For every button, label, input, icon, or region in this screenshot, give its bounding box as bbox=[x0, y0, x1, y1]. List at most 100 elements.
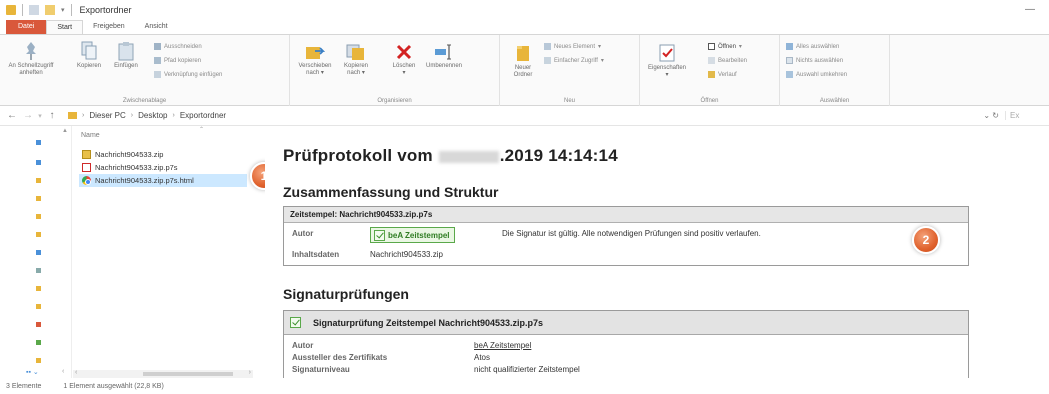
up-arrow-icon[interactable]: ↑ bbox=[44, 110, 60, 121]
easy-access-button[interactable]: Einfacher Zugriff ▾ bbox=[544, 57, 604, 64]
history-button[interactable]: Verlauf bbox=[708, 71, 737, 78]
scroll-left-icon[interactable]: ‹ bbox=[75, 369, 77, 376]
new-folder-icon[interactable] bbox=[45, 5, 55, 15]
group-select: Alles auswählen Nichts auswählen Auswahl… bbox=[780, 35, 890, 107]
file-item-p7s[interactable]: Nachricht904533.zip.p7s bbox=[79, 161, 247, 174]
paste-label: Einfügen bbox=[114, 63, 138, 69]
move-to-button[interactable]: Verschieben nach ▾ bbox=[296, 43, 334, 77]
author-chip[interactable]: beA Zeitstempel bbox=[370, 227, 455, 243]
breadcrumb-item-pc[interactable]: Dieser PC bbox=[89, 111, 125, 120]
file-item-html[interactable]: Nachricht904533.zip.p7s.html bbox=[79, 174, 247, 187]
selection-info: 1 Element ausgewählt (22,8 KB) bbox=[63, 382, 164, 390]
refresh-icon[interactable]: ⌄ ↻ bbox=[983, 111, 999, 120]
new-folder-label: Neuer bbox=[514, 65, 532, 71]
easy-access-icon bbox=[544, 57, 551, 64]
signature-check-box: Signaturprüfung Zeitstempel Nachricht904… bbox=[283, 310, 969, 378]
select-all-button[interactable]: Alles auswählen bbox=[786, 43, 839, 50]
new-folder-label-2: Ordner bbox=[513, 72, 533, 78]
customize-quick-access-icon[interactable]: ▾ bbox=[61, 6, 65, 14]
new-item-label: Neues Element bbox=[554, 43, 596, 50]
properties-button[interactable]: Eigenschaften ▾ bbox=[644, 43, 690, 79]
delete-button[interactable]: Löschen ▾ bbox=[388, 43, 420, 77]
nav-folder-icon[interactable] bbox=[36, 178, 41, 183]
nav-folder-icon[interactable] bbox=[36, 232, 41, 237]
cut-button[interactable]: Ausschneiden bbox=[154, 43, 202, 50]
delete-icon bbox=[396, 44, 412, 60]
folder-icon bbox=[68, 112, 77, 119]
rename-icon bbox=[435, 44, 451, 60]
scroll-right-icon[interactable]: › bbox=[249, 369, 251, 376]
open-button[interactable]: Öffnen ▾ bbox=[708, 43, 742, 50]
file-list: ⌃ Name Nachricht904533.zip Nachricht9045… bbox=[73, 126, 253, 378]
copy-label: Kopieren bbox=[76, 63, 102, 69]
copy-to-label: Kopieren bbox=[343, 63, 369, 69]
move-to-icon bbox=[306, 47, 325, 59]
nav-item-icon[interactable] bbox=[36, 160, 41, 165]
invert-selection-button[interactable]: Auswahl umkehren bbox=[786, 71, 847, 78]
rename-button[interactable]: Umbenennen bbox=[424, 43, 464, 70]
copy-to-button[interactable]: Kopieren nach ▾ bbox=[338, 43, 374, 77]
tab-file[interactable]: Datei bbox=[6, 20, 47, 34]
nav-item-icon[interactable] bbox=[36, 322, 41, 327]
nav-folder-icon[interactable] bbox=[36, 214, 41, 219]
new-item-button[interactable]: Neues Element ▾ bbox=[544, 43, 601, 50]
navigation-pane[interactable]: ▲ ▪▪ ⌄ ‹ bbox=[0, 126, 72, 378]
breadcrumb[interactable]: › Dieser PC › Desktop › Exportordner bbox=[68, 111, 226, 120]
forward-arrow-icon[interactable]: → bbox=[20, 110, 36, 121]
chrome-icon bbox=[82, 176, 91, 185]
horizontal-scrollbar[interactable]: ‹ › bbox=[73, 369, 253, 378]
scroll-left-icon[interactable]: ‹ bbox=[62, 368, 64, 375]
paste-shortcut-button[interactable]: Verknüpfung einfügen bbox=[154, 71, 222, 78]
edit-button[interactable]: Bearbeiten bbox=[708, 57, 747, 64]
minimize-button[interactable]: — bbox=[1025, 4, 1035, 15]
pin-quick-access-button[interactable]: An Schnellzugriff anheften bbox=[6, 41, 56, 77]
search-input[interactable]: Ex bbox=[1005, 111, 1045, 120]
separator bbox=[70, 4, 72, 16]
nav-folder-icon[interactable] bbox=[36, 358, 41, 363]
nav-folder-icon[interactable] bbox=[36, 286, 41, 291]
quick-access-icon[interactable] bbox=[36, 140, 41, 145]
cut-label: Ausschneiden bbox=[164, 43, 202, 50]
tab-start[interactable]: Start bbox=[46, 20, 84, 34]
copy-path-button[interactable]: Pfad kopieren bbox=[154, 57, 201, 64]
group-label-clipboard: Zwischenablage bbox=[122, 98, 167, 104]
signature-status-text: Die Signatur ist gültig. Alle notwendige… bbox=[502, 229, 761, 238]
edit-label: Bearbeiten bbox=[718, 57, 748, 64]
select-none-button[interactable]: Nichts auswählen bbox=[786, 57, 843, 64]
recent-locations-icon[interactable]: ▾ bbox=[36, 112, 44, 120]
network-icon[interactable]: ▪▪ ⌄ bbox=[26, 368, 39, 376]
nav-folder-icon[interactable] bbox=[36, 196, 41, 201]
breadcrumb-item-exportordner[interactable]: Exportordner bbox=[180, 111, 226, 120]
paste-button[interactable]: Einfügen bbox=[108, 41, 144, 70]
group-label-organize: Organisieren bbox=[377, 98, 412, 104]
copy-icon bbox=[81, 41, 97, 60]
open-label: Öffnen bbox=[718, 43, 736, 50]
copy-button[interactable]: Kopieren bbox=[72, 41, 106, 70]
breadcrumb-item-desktop[interactable]: Desktop bbox=[138, 111, 167, 120]
ribbon-tabs: Datei Start Freigeben Ansicht bbox=[0, 20, 1049, 34]
back-arrow-icon[interactable]: ← bbox=[4, 110, 20, 121]
separator bbox=[22, 4, 23, 16]
properties-icon[interactable] bbox=[29, 5, 39, 15]
tab-share[interactable]: Freigeben bbox=[83, 20, 135, 34]
tab-view[interactable]: Ansicht bbox=[135, 20, 178, 34]
row-value-author[interactable]: beA Zeitstempel bbox=[474, 341, 531, 350]
document-title: Prüfprotokoll vom .2019 14:14:14 bbox=[283, 146, 618, 166]
callout-badge-2: 2 bbox=[912, 226, 940, 254]
invert-selection-icon bbox=[786, 71, 793, 78]
new-folder-button[interactable]: Neuer Ordner bbox=[506, 43, 540, 79]
nav-item-icon[interactable] bbox=[36, 340, 41, 345]
chevron-right-icon: › bbox=[172, 112, 175, 119]
check-icon bbox=[374, 229, 385, 241]
nav-item-icon[interactable] bbox=[36, 268, 41, 273]
nav-item-icon[interactable] bbox=[36, 250, 41, 255]
signature-check-header[interactable]: Signaturprüfung Zeitstempel Nachricht904… bbox=[284, 311, 968, 335]
file-name: Nachricht904533.zip.p7s.html bbox=[95, 176, 194, 185]
scrollbar-thumb[interactable] bbox=[143, 372, 233, 376]
new-folder-icon bbox=[517, 46, 529, 61]
group-new: Neuer Ordner Neues Element ▾ Einfacher Z… bbox=[500, 35, 640, 107]
column-header-name[interactable]: Name bbox=[81, 132, 100, 139]
file-item-zip[interactable]: Nachricht904533.zip bbox=[79, 148, 247, 161]
nav-folder-icon[interactable] bbox=[36, 304, 41, 309]
scroll-up-icon[interactable]: ▲ bbox=[62, 128, 68, 134]
